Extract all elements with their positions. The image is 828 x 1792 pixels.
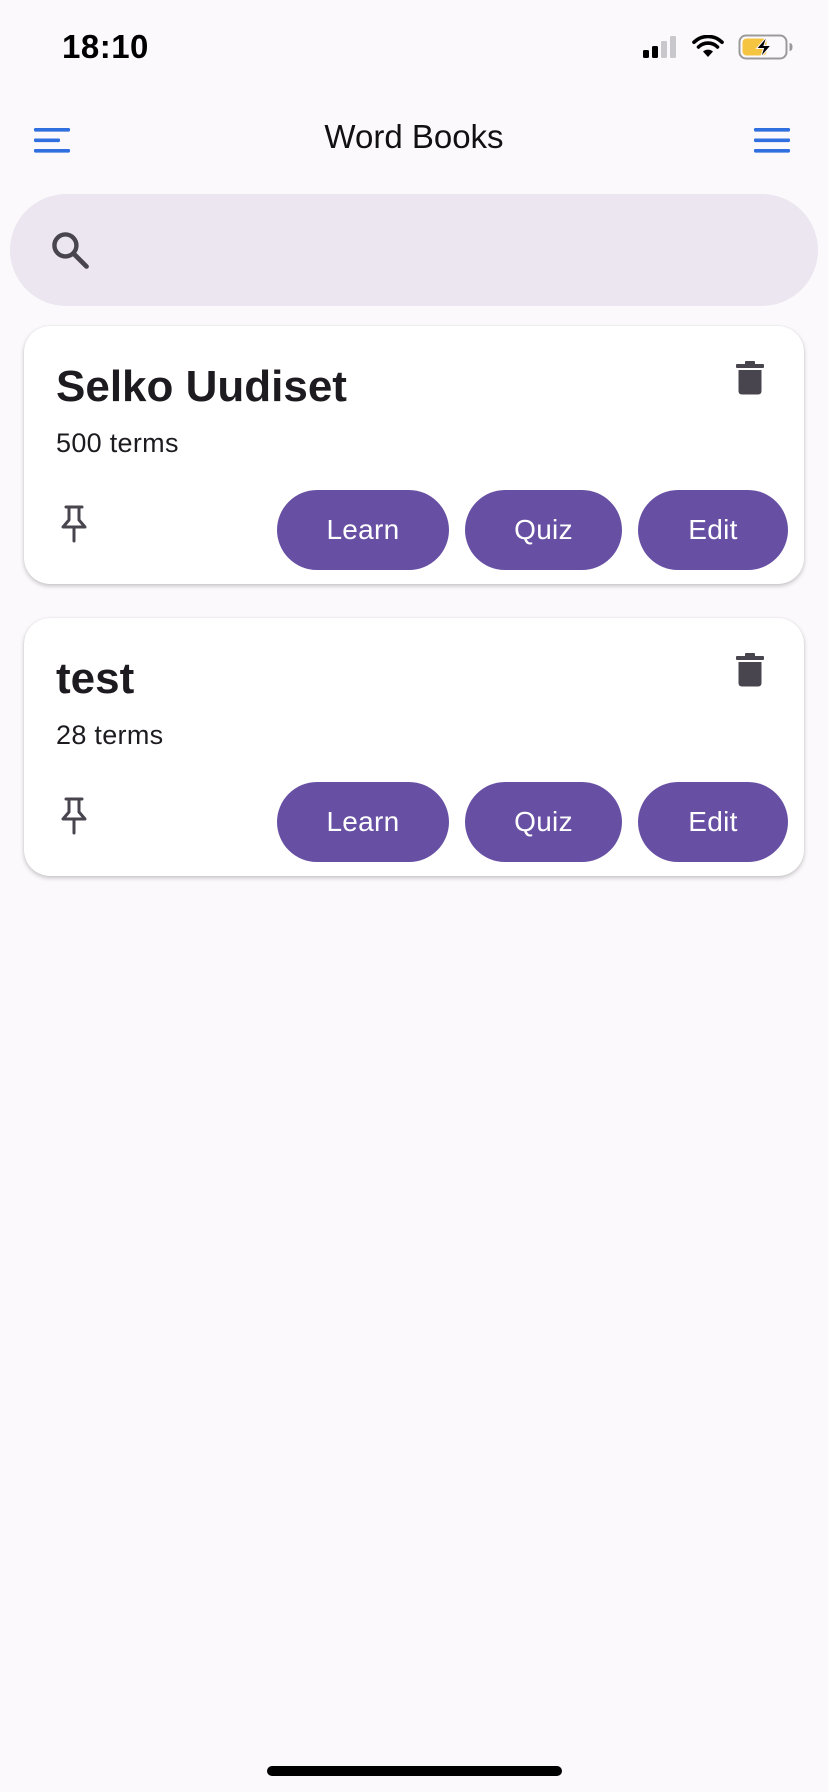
status-icons [642,34,794,65]
home-indicator [267,1766,562,1776]
word-book-title: Selko Uudiset [56,362,347,411]
word-book-term-count: 28 terms [56,720,164,750]
status-bar: 18:10 [0,0,828,100]
search-icon [52,232,89,269]
trash-icon [736,361,764,395]
word-book-title: test [56,654,135,703]
learn-button[interactable]: Learn [277,782,449,862]
trash-icon [736,653,764,687]
quiz-button[interactable]: Quiz [465,490,622,570]
pin-icon [61,505,87,543]
word-book-card[interactable]: test 28 terms Learn Quiz Edit [24,618,804,876]
app-bar: Word Books [0,100,828,180]
quiz-button[interactable]: Quiz [465,782,622,862]
word-book-term-count: 500 terms [56,428,179,458]
cellular-signal-icon [642,35,678,64]
edit-button[interactable]: Edit [638,782,788,862]
battery-charging-icon [738,34,794,65]
pin-button[interactable] [52,502,96,546]
delete-button[interactable] [728,356,772,400]
pin-icon [61,797,87,835]
options-menu-button[interactable] [750,120,794,160]
learn-button[interactable]: Learn [277,490,449,570]
card-actions: Learn Quiz Edit [277,490,788,570]
wifi-icon [692,34,724,64]
search-input[interactable] [110,193,788,307]
search-bar[interactable] [10,193,818,307]
word-book-list: Selko Uudiset 500 terms Learn Quiz Edit … [24,326,804,910]
delete-button[interactable] [728,648,772,692]
card-actions: Learn Quiz Edit [277,782,788,862]
pin-button[interactable] [52,794,96,838]
word-book-card[interactable]: Selko Uudiset 500 terms Learn Quiz Edit [24,326,804,584]
menu-icon [754,128,790,153]
page-title: Word Books [324,118,504,155]
edit-button[interactable]: Edit [638,490,788,570]
status-time: 18:10 [62,28,149,65]
